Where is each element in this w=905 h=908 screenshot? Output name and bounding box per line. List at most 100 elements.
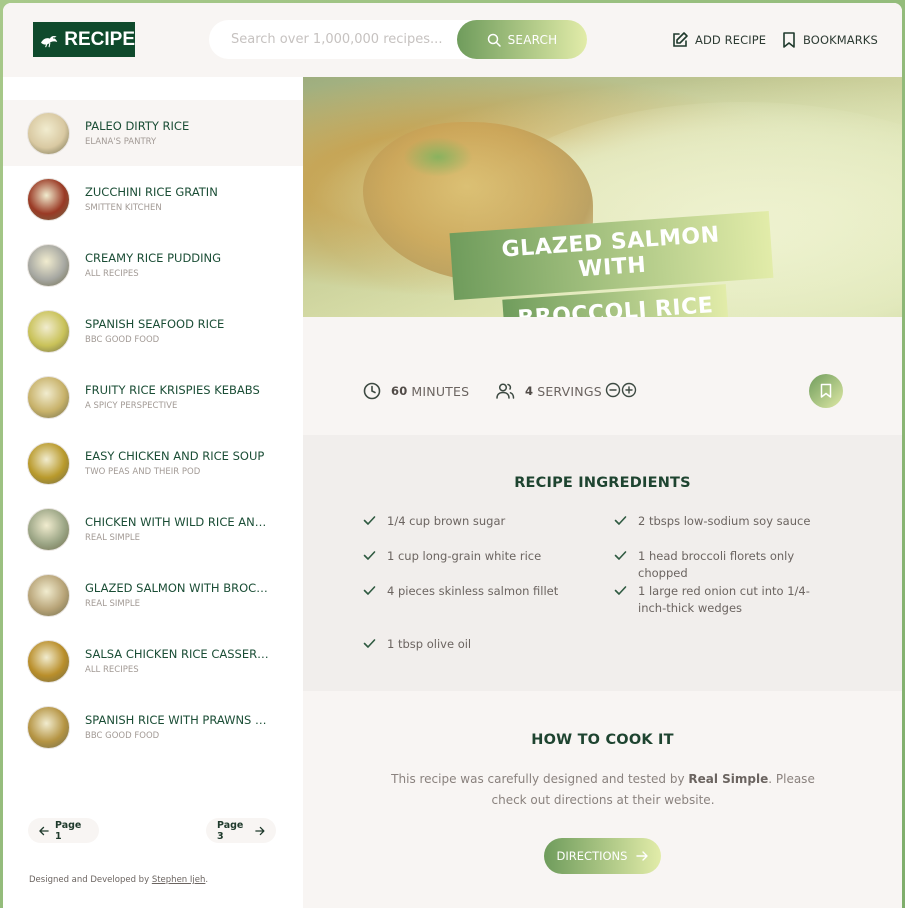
ingredients-heading: RECIPE INGREDIENTS <box>514 475 691 491</box>
recipe-thumbnail <box>27 507 70 551</box>
check-icon <box>363 551 376 560</box>
pagination-next-button[interactable]: Page 3 <box>206 818 276 843</box>
edit-icon <box>673 32 688 47</box>
ingredient-text: 4 pieces skinless salmon fillet <box>387 584 559 598</box>
search-results-sidebar: PALEO DIRTY RICE ELANA'S PANTRY ZUCCHINI R… <box>3 77 303 908</box>
directions-label: DIRECTIONS <box>556 849 628 863</box>
ingredient-item: 1/4 cup brown sugar <box>363 513 583 530</box>
pagination-prev-button[interactable]: Page 1 <box>28 818 99 843</box>
result-publisher: ALL RECIPES <box>85 665 139 675</box>
decrease-servings-button[interactable] <box>605 382 621 398</box>
result-text: ZUCCHINI RICE GRATIN SMITTEN KITCHEN <box>85 185 275 213</box>
servings-controls <box>605 382 637 398</box>
recipe-thumbnail <box>27 111 70 155</box>
ingredient-text: 1 cup long-grain white rice <box>387 549 542 563</box>
how-to-cook-text: This recipe was carefully designed and t… <box>383 769 823 811</box>
recipe-servings: 4 SERVINGS <box>495 382 602 400</box>
howto-prefix: This recipe was carefully designed and t… <box>391 772 689 786</box>
search-result-item[interactable]: SALSA CHICKEN RICE CASSEROLE ALL RECIPES <box>3 628 303 694</box>
logo[interactable]: RECIPE <box>33 22 135 57</box>
bookmark-icon <box>783 32 795 48</box>
bookmarks-label: BOOKMARKS <box>803 33 878 47</box>
footer-credit: Designed and Developed by Stephen Ijeh. <box>29 875 208 885</box>
cook-time-value: 60 <box>391 384 408 398</box>
result-publisher: TWO PEAS AND THEIR POD <box>85 467 201 477</box>
recipe-details: 60 MINUTES 4 SERVINGS <box>303 317 902 435</box>
increase-servings-button[interactable] <box>621 382 637 398</box>
search-button[interactable]: SEARCH <box>457 20 587 59</box>
result-publisher: BBC GOOD FOOD <box>85 335 160 345</box>
result-text: SALSA CHICKEN RICE CASSEROLE ALL RECIPES <box>85 647 275 675</box>
ingredient-text: 2 tbsps low-sodium soy sauce <box>638 514 811 528</box>
search-result-item[interactable]: CREAMY RICE PUDDING ALL RECIPES <box>3 232 303 298</box>
bookmarks-button[interactable]: BOOKMARKS <box>781 31 878 49</box>
result-text: SPANISH SEAFOOD RICE BBC GOOD FOOD <box>85 317 275 345</box>
header: RECIPE SEARCH ADD RECIPE BOOKMAR <box>3 3 902 77</box>
ingredient-text: 1/4 cup brown sugar <box>387 514 506 528</box>
check-icon <box>614 586 627 595</box>
search-result-item[interactable]: EASY CHICKEN AND RICE SOUP TWO PEAS AND T… <box>3 430 303 496</box>
minus-circle-icon <box>605 382 621 398</box>
search-button-label: SEARCH <box>507 32 558 47</box>
result-text: CREAMY RICE PUDDING ALL RECIPES <box>85 251 275 279</box>
app-window: RECIPE SEARCH ADD RECIPE BOOKMAR <box>3 3 902 908</box>
recipe-thumbnail <box>27 573 70 617</box>
add-recipe-button[interactable]: ADD RECIPE <box>671 31 766 49</box>
recipe-thumbnail <box>27 177 70 221</box>
users-icon <box>496 383 515 399</box>
search-result-item[interactable]: SPANISH RICE WITH PRAWNS & C... BBC GOOD … <box>3 694 303 760</box>
result-text: FRUITY RICE KRISPIES KEBABS A SPICY PERSP… <box>85 383 275 411</box>
howto-publisher: Real Simple <box>688 772 769 786</box>
search-form: SEARCH <box>209 20 587 59</box>
recipe-view: GLAZED SALMON WITH BROCCOLI RICE 60 MINU… <box>303 77 902 908</box>
result-publisher: ALL RECIPES <box>85 269 139 279</box>
arrow-right-icon <box>636 851 649 861</box>
ingredients-section: RECIPE INGREDIENTS 1/4 cup brown sugar 2 … <box>303 435 902 691</box>
result-text: GLAZED SALMON WITH BROCCOL... REAL SIMPLE <box>85 581 275 609</box>
search-result-item[interactable]: GLAZED SALMON WITH BROCCOL... REAL SIMPLE <box>3 562 303 628</box>
recipe-thumbnail <box>27 441 70 485</box>
directions-button[interactable]: DIRECTIONS <box>544 838 661 874</box>
result-title: SPANISH RICE WITH PRAWNS & C... <box>85 713 275 727</box>
result-title: SALSA CHICKEN RICE CASSEROLE <box>85 647 275 661</box>
result-text: PALEO DIRTY RICE ELANA'S PANTRY <box>85 119 275 147</box>
recipe-cook-time: 60 MINUTES <box>363 382 469 400</box>
result-title: CHICKEN WITH WILD RICE AND G... <box>85 515 275 529</box>
recipe-thumbnail <box>27 243 70 287</box>
search-input[interactable] <box>231 20 451 59</box>
ingredient-item: 4 pieces skinless salmon fillet <box>363 583 583 600</box>
result-publisher: A SPICY PERSPECTIVE <box>85 401 178 411</box>
plus-circle-icon <box>621 382 637 398</box>
credit-prefix: Designed and Developed by <box>29 875 152 885</box>
ingredient-text: 1 tbsp olive oil <box>387 637 472 651</box>
ingredient-item: 1 tbsp olive oil <box>363 636 583 653</box>
check-icon <box>363 586 376 595</box>
credit-link[interactable]: Stephen Ijeh <box>152 875 206 885</box>
search-result-item[interactable]: CHICKEN WITH WILD RICE AND G... REAL SIMP… <box>3 496 303 562</box>
result-title: ZUCCHINI RICE GRATIN <box>85 185 218 199</box>
search-result-item[interactable]: SPANISH SEAFOOD RICE BBC GOOD FOOD <box>3 298 303 364</box>
search-result-item[interactable]: ZUCCHINI RICE GRATIN SMITTEN KITCHEN <box>3 166 303 232</box>
result-title: FRUITY RICE KRISPIES KEBABS <box>85 383 260 397</box>
ingredient-item: 1 cup long-grain white rice <box>363 548 583 565</box>
result-publisher: REAL SIMPLE <box>85 533 140 543</box>
how-to-cook-heading-text: HOW TO COOK IT <box>531 732 674 748</box>
check-icon <box>614 516 627 525</box>
result-text: EASY CHICKEN AND RICE SOUP TWO PEAS AND T… <box>85 449 275 477</box>
result-publisher: REAL SIMPLE <box>85 599 140 609</box>
result-title: GLAZED SALMON WITH BROCCOL... <box>85 581 275 595</box>
logo-text: RECIPE <box>64 28 135 50</box>
check-icon <box>363 516 376 525</box>
servings-value: 4 <box>525 384 534 398</box>
search-result-item[interactable]: FRUITY RICE KRISPIES KEBABS A SPICY PERSP… <box>3 364 303 430</box>
result-text: CHICKEN WITH WILD RICE AND G... REAL SIMP… <box>85 515 275 543</box>
ingredient-item: 1 large red onion cut into 1/4-inch-thic… <box>614 583 834 617</box>
result-title: SPANISH SEAFOOD RICE <box>85 317 225 331</box>
bookmark-icon <box>820 383 832 398</box>
how-to-cook-section: HOW TO COOK IT This recipe was carefully… <box>303 691 902 908</box>
ingredient-item: 2 tbsps low-sodium soy sauce <box>614 513 834 530</box>
bookmark-recipe-button[interactable] <box>809 374 843 408</box>
search-result-item[interactable]: PALEO DIRTY RICE ELANA'S PANTRY <box>3 100 303 166</box>
ingredient-item: 1 head broccoli florets only chopped <box>614 548 834 582</box>
arrow-left-icon <box>39 826 49 835</box>
